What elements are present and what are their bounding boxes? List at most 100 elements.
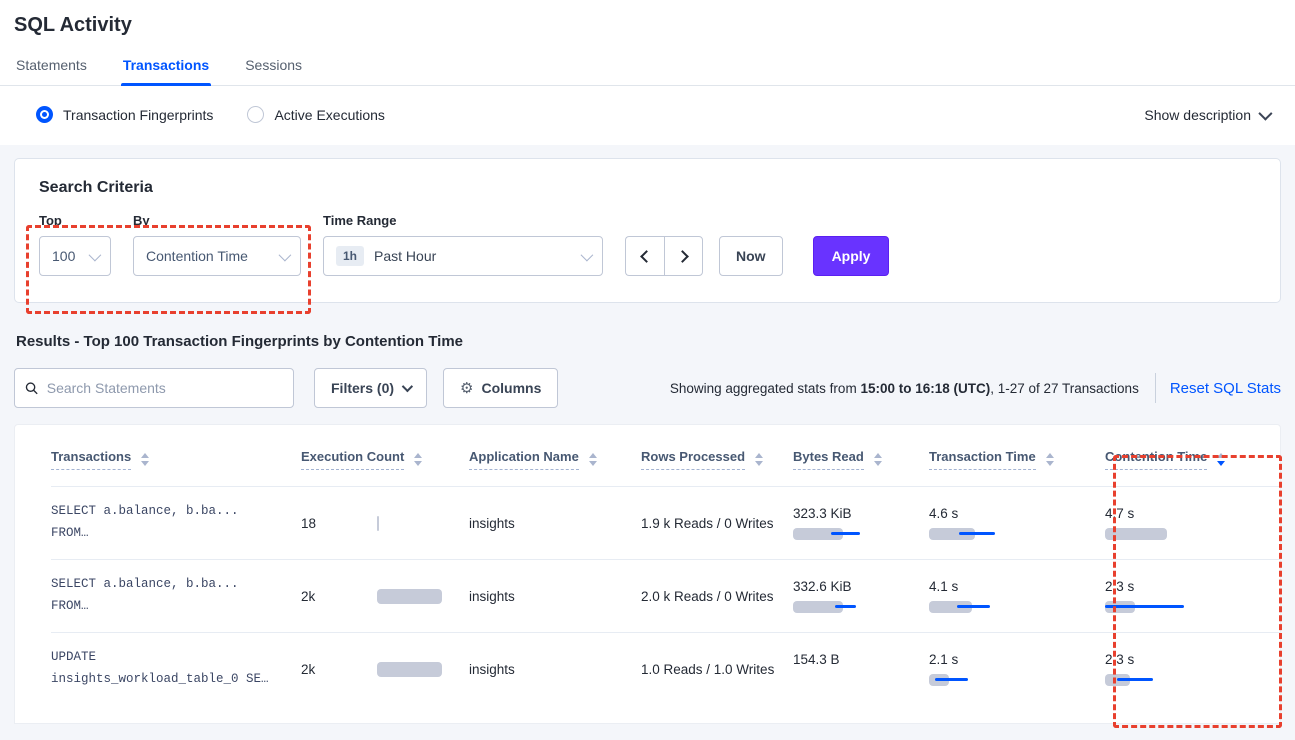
by-select-value: Contention Time bbox=[146, 248, 248, 264]
view-toggle-bar: Transaction Fingerprints Active Executio… bbox=[0, 86, 1295, 145]
reset-sql-stats-link[interactable]: Reset SQL Stats bbox=[1170, 380, 1281, 397]
bytes-read-bar bbox=[793, 600, 875, 614]
time-range-select[interactable]: 1h Past Hour bbox=[323, 236, 603, 276]
show-description-toggle[interactable]: Show description bbox=[1144, 107, 1269, 123]
transaction-time-cell: 4.6 s bbox=[929, 506, 1105, 541]
transaction-time-cell: 2.1 s bbox=[929, 652, 1105, 687]
sort-icon bbox=[141, 453, 149, 466]
time-range-badge: 1h bbox=[336, 246, 364, 266]
sort-icon-active-desc bbox=[1217, 453, 1225, 466]
radio-selected-icon bbox=[36, 106, 53, 123]
table-header-row: Transactions Execution Count Application… bbox=[51, 425, 1280, 486]
execution-count-cell: 2k bbox=[301, 662, 469, 677]
search-icon bbox=[25, 381, 39, 396]
aggregated-stats-text: Showing aggregated stats from 15:00 to 1… bbox=[670, 381, 1139, 396]
chevron-right-icon bbox=[676, 250, 689, 263]
divider bbox=[1155, 373, 1156, 403]
execution-count-cell: 18 bbox=[301, 516, 469, 531]
top-select[interactable]: 100 bbox=[39, 236, 111, 276]
transaction-statement-link[interactable]: UPDATE insights_workload_table_0 SE… bbox=[51, 647, 301, 691]
filters-button[interactable]: Filters (0) bbox=[314, 368, 427, 408]
page-title: SQL Activity bbox=[14, 14, 1279, 37]
time-range-field: Time Range 1h Past Hour bbox=[323, 213, 603, 276]
page-header: SQL Activity Statements Transactions Ses… bbox=[0, 0, 1295, 145]
chevron-down-icon bbox=[279, 248, 292, 261]
tab-statements[interactable]: Statements bbox=[14, 47, 89, 85]
radio-active-executions[interactable]: Active Executions bbox=[247, 106, 385, 123]
apply-button[interactable]: Apply bbox=[813, 236, 890, 276]
rows-processed-cell: 1.9 k Reads / 0 Writes bbox=[641, 516, 793, 531]
chevron-down-icon bbox=[1258, 106, 1272, 120]
tab-transactions[interactable]: Transactions bbox=[121, 47, 211, 85]
execution-count-bar bbox=[377, 516, 459, 531]
search-statements-box bbox=[14, 368, 294, 408]
by-select[interactable]: Contention Time bbox=[133, 236, 301, 276]
rows-processed-cell: 1.0 Reads / 1.0 Writes bbox=[641, 662, 793, 677]
top-field: Top 100 bbox=[39, 213, 111, 276]
chevron-left-icon bbox=[640, 250, 653, 263]
stats-time-range: 15:00 to 16:18 (UTC) bbox=[860, 381, 990, 396]
radio-unselected-icon bbox=[247, 106, 264, 123]
transactions-table: Transactions Execution Count Application… bbox=[14, 424, 1281, 724]
rows-processed-cell: 2.0 k Reads / 0 Writes bbox=[641, 589, 793, 604]
radio-transaction-fingerprints-label: Transaction Fingerprints bbox=[63, 107, 213, 123]
now-button[interactable]: Now bbox=[719, 236, 783, 276]
column-header-bytes-read[interactable]: Bytes Read bbox=[793, 449, 929, 486]
execution-count-bar bbox=[377, 589, 459, 604]
sort-icon bbox=[1046, 453, 1054, 466]
application-name-cell: insights bbox=[469, 662, 641, 677]
contention-time-cell: 2.3 s bbox=[1105, 652, 1255, 687]
time-range-value: Past Hour bbox=[374, 248, 436, 264]
time-nav-group bbox=[625, 236, 703, 276]
by-field: By Contention Time bbox=[133, 213, 301, 276]
application-name-cell: insights bbox=[469, 589, 641, 604]
search-statements-input[interactable] bbox=[47, 380, 283, 396]
execution-count-cell: 2k bbox=[301, 589, 469, 604]
gear-icon: ⚙ bbox=[460, 379, 473, 397]
results-heading: Results - Top 100 Transaction Fingerprin… bbox=[16, 333, 1279, 350]
contention-time-bar bbox=[1105, 673, 1187, 687]
main-content: Search Criteria Top 100 By Contention Ti… bbox=[0, 145, 1295, 724]
search-criteria-card: Search Criteria Top 100 By Contention Ti… bbox=[14, 158, 1281, 303]
time-prev-button[interactable] bbox=[625, 236, 664, 276]
sort-icon bbox=[589, 453, 597, 466]
sort-icon bbox=[874, 453, 882, 466]
sort-icon bbox=[414, 453, 422, 466]
bytes-read-bar bbox=[793, 527, 875, 541]
columns-button-label: Columns bbox=[481, 380, 541, 396]
tab-bar: Statements Transactions Sessions bbox=[0, 47, 1295, 86]
columns-button[interactable]: ⚙ Columns bbox=[443, 368, 558, 408]
contention-time-bar bbox=[1105, 527, 1187, 541]
column-header-execution-count[interactable]: Execution Count bbox=[301, 449, 469, 486]
results-toolbar: Filters (0) ⚙ Columns Showing aggregated… bbox=[14, 368, 1281, 408]
search-criteria-title: Search Criteria bbox=[39, 179, 1256, 197]
filters-button-label: Filters (0) bbox=[331, 380, 394, 396]
column-header-contention-time[interactable]: Contention Time bbox=[1105, 449, 1255, 486]
top-label: Top bbox=[39, 213, 111, 228]
transaction-time-cell: 4.1 s bbox=[929, 579, 1105, 614]
transaction-statement-link[interactable]: SELECT a.balance, b.ba... FROM… bbox=[51, 501, 301, 545]
table-row: SELECT a.balance, b.ba... FROM… 18 insig… bbox=[51, 486, 1280, 559]
bytes-read-cell: 154.3 B bbox=[793, 652, 929, 687]
radio-active-executions-label: Active Executions bbox=[274, 107, 385, 123]
bytes-read-cell: 332.6 KiB bbox=[793, 579, 929, 614]
column-header-application-name[interactable]: Application Name bbox=[469, 449, 641, 486]
contention-time-bar bbox=[1105, 600, 1187, 614]
transaction-time-bar bbox=[929, 527, 1011, 541]
table-row: UPDATE insights_workload_table_0 SE… 2k … bbox=[51, 632, 1280, 705]
by-label: By bbox=[133, 213, 301, 228]
table-row: SELECT a.balance, b.ba... FROM… 2k insig… bbox=[51, 559, 1280, 632]
column-header-transaction-time[interactable]: Transaction Time bbox=[929, 449, 1105, 486]
sort-icon bbox=[755, 453, 763, 466]
time-range-label: Time Range bbox=[323, 213, 603, 228]
transaction-statement-link[interactable]: SELECT a.balance, b.ba... FROM… bbox=[51, 574, 301, 618]
time-next-button[interactable] bbox=[664, 236, 703, 276]
radio-transaction-fingerprints[interactable]: Transaction Fingerprints bbox=[36, 106, 213, 123]
show-description-label: Show description bbox=[1144, 107, 1251, 123]
execution-count-bar bbox=[377, 662, 459, 677]
transaction-time-bar bbox=[929, 673, 1011, 687]
tab-sessions[interactable]: Sessions bbox=[243, 47, 304, 85]
chevron-down-icon bbox=[402, 381, 413, 392]
column-header-rows-processed[interactable]: Rows Processed bbox=[641, 449, 793, 486]
column-header-transactions[interactable]: Transactions bbox=[51, 449, 301, 486]
